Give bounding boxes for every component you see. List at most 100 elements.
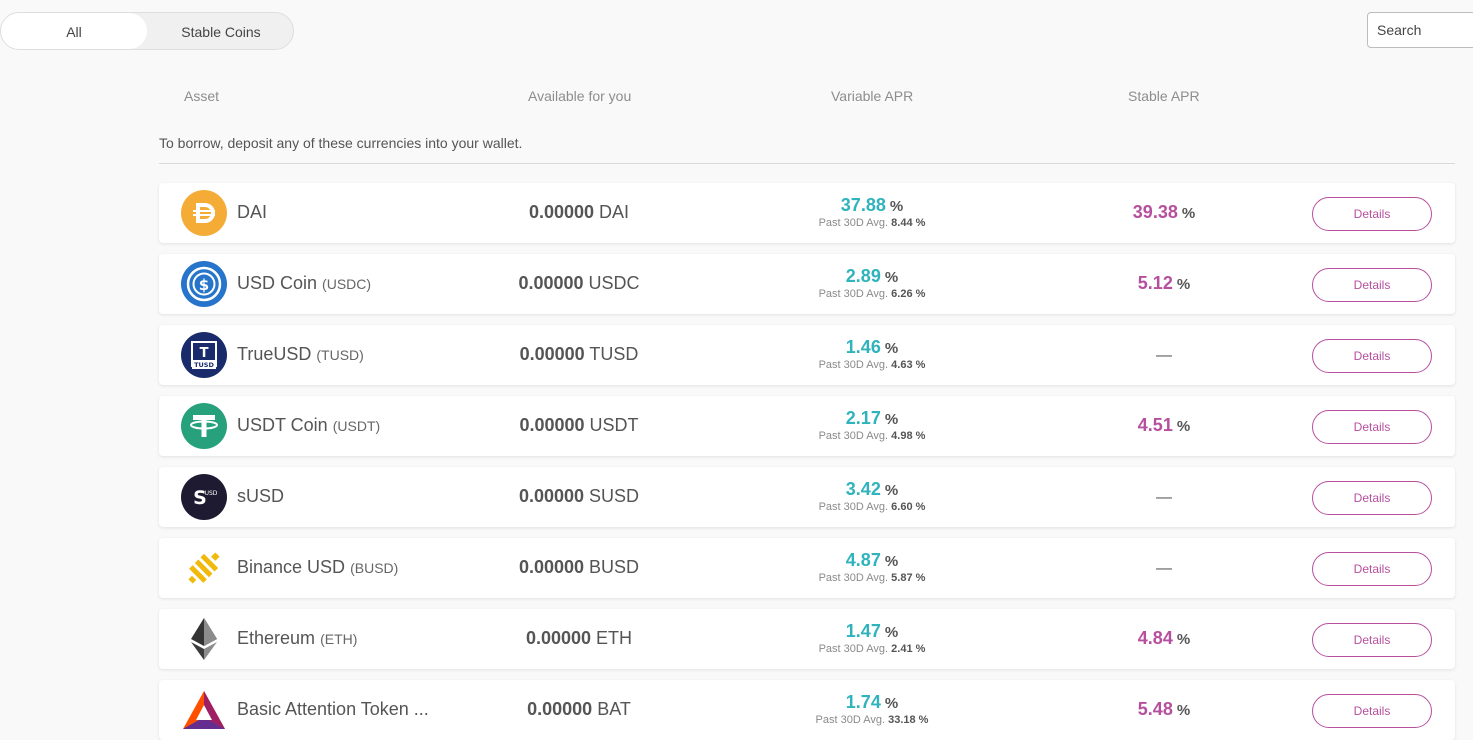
details-button[interactable]: Details — [1312, 694, 1432, 728]
stable-apr: 4.51% — [1044, 415, 1284, 436]
variable-apr-average: Past 30D Avg. 5.87 % — [752, 572, 992, 584]
percent-sign: % — [884, 482, 899, 499]
asset-name: sUSD — [237, 486, 284, 507]
details-button[interactable]: Details — [1312, 197, 1432, 231]
stable-apr-value: 4.51 — [1137, 415, 1173, 435]
table-row: Binance USD (BUSD) 0.00000 BUSD 4.87% Past … — [159, 538, 1455, 598]
avg-label: Past 30D Avg. — [818, 430, 889, 442]
svg-text:$: $ — [199, 276, 209, 294]
avg-value: 6.60 % — [891, 501, 926, 513]
available-unit: BAT — [597, 699, 631, 719]
available-value: 0.00000 — [519, 344, 585, 364]
stable-apr-value: 39.38 — [1132, 202, 1178, 222]
asset-name: USDT Coin (USDT) — [237, 415, 380, 436]
asset-name-label: sUSD — [237, 486, 285, 506]
details-button[interactable]: Details — [1312, 623, 1432, 657]
asset-name-label: TrueUSD — [237, 344, 312, 364]
avg-label: Past 30D Avg. — [818, 288, 889, 300]
details-button[interactable]: Details — [1312, 410, 1432, 444]
asset-name: USD Coin (USDC) — [237, 273, 371, 294]
avg-label: Past 30D Avg. — [815, 714, 886, 726]
percent-sign: % — [889, 198, 904, 215]
tab-stable-coins[interactable]: Stable Coins — [147, 13, 295, 49]
variable-apr: 3.42% Past 30D Avg. 6.60 % — [752, 479, 992, 513]
variable-apr-value: 3.42 — [845, 479, 881, 499]
table-row: $ USD Coin (USDC) 0.00000 USDC 2.89% Past 30… — [159, 254, 1455, 314]
table-row: Basic Attention Token ... 0.00000 BAT 1.74… — [159, 680, 1455, 740]
tusd-icon: T TUSD — [181, 332, 227, 378]
susd-icon: S USD — [181, 474, 227, 520]
stable-apr-value: 4.84 — [1137, 628, 1173, 648]
percent-sign: % — [884, 553, 899, 570]
avg-label: Past 30D Avg. — [818, 359, 889, 371]
percent-sign: % — [884, 269, 899, 286]
asset-name-label: Basic Attention Token ... — [237, 699, 429, 719]
variable-apr-average: Past 30D Avg. 2.41 % — [752, 643, 992, 655]
asset-name: Ethereum (ETH) — [237, 628, 357, 649]
available-unit: DAI — [599, 202, 630, 222]
variable-apr-average: Past 30D Avg. 6.60 % — [752, 501, 992, 513]
available-amount: 0.00000 BUSD — [459, 557, 699, 578]
percent-sign: % — [884, 695, 899, 712]
header-available: Available for you — [528, 88, 632, 104]
stable-apr-value: 5.48 — [1137, 699, 1173, 719]
asset-symbol: (ETH) — [320, 631, 358, 647]
percent-sign: % — [1176, 418, 1191, 435]
available-amount: 0.00000 BAT — [459, 699, 699, 720]
asset-name: Basic Attention Token ... — [237, 699, 429, 720]
filter-tabs: All Stable Coins — [0, 12, 294, 50]
available-value: 0.00000 — [518, 273, 584, 293]
stable-apr-unavailable: — — [1156, 347, 1172, 364]
dai-icon — [181, 190, 227, 236]
variable-apr-value: 4.87 — [845, 550, 881, 570]
avg-label: Past 30D Avg. — [818, 643, 889, 655]
usdc-icon: $ — [181, 261, 227, 307]
stable-apr-unavailable: — — [1156, 489, 1172, 506]
divider — [159, 163, 1455, 164]
details-button[interactable]: Details — [1312, 268, 1432, 302]
busd-icon — [181, 545, 227, 591]
percent-sign: % — [884, 411, 899, 428]
svg-text:TUSD: TUSD — [194, 361, 214, 369]
stable-apr: — — [1044, 344, 1284, 365]
variable-apr-average: Past 30D Avg. 8.44 % — [752, 217, 992, 229]
asset-symbol: (USDC) — [322, 276, 372, 292]
avg-label: Past 30D Avg. — [818, 217, 889, 229]
stable-apr: — — [1044, 486, 1284, 507]
variable-apr: 1.46% Past 30D Avg. 4.63 % — [752, 337, 992, 371]
avg-label: Past 30D Avg. — [818, 572, 889, 584]
borrow-notice: To borrow, deposit any of these currenci… — [159, 135, 523, 151]
available-value: 0.00000 — [518, 486, 585, 506]
tab-all[interactable]: All — [1, 13, 147, 49]
details-button[interactable]: Details — [1312, 339, 1432, 373]
variable-apr-value: 1.46 — [845, 337, 881, 357]
details-button[interactable]: Details — [1312, 552, 1432, 586]
asset-symbol: (BUSD) — [350, 560, 399, 576]
avg-value: 6.26 % — [891, 288, 926, 300]
available-amount: 0.00000 TUSD — [459, 344, 699, 365]
search-input[interactable] — [1367, 12, 1473, 48]
available-unit: USDC — [588, 273, 640, 293]
stable-apr: 4.84% — [1044, 628, 1284, 649]
available-amount: 0.00000 DAI — [459, 202, 699, 223]
percent-sign: % — [1176, 276, 1191, 293]
available-value: 0.00000 — [527, 699, 593, 719]
available-amount: 0.00000 SUSD — [459, 486, 699, 507]
svg-text:USD: USD — [205, 490, 218, 497]
variable-apr: 2.89% Past 30D Avg. 6.26 % — [752, 266, 992, 300]
available-value: 0.00000 — [528, 202, 595, 222]
asset-name-label: Binance USD — [237, 557, 346, 577]
variable-apr-value: 1.74 — [845, 692, 881, 712]
available-unit: BUSD — [589, 557, 640, 577]
variable-apr: 1.74% Past 30D Avg. 33.18 % — [752, 692, 992, 726]
avg-value: 4.63 % — [891, 359, 926, 371]
variable-apr: 4.87% Past 30D Avg. 5.87 % — [752, 550, 992, 584]
details-button[interactable]: Details — [1312, 481, 1432, 515]
avg-value: 5.87 % — [891, 572, 926, 584]
header-variable-apr: Variable APR — [831, 88, 914, 104]
available-unit: TUSD — [589, 344, 639, 364]
avg-value: 2.41 % — [891, 643, 926, 655]
variable-apr: 2.17% Past 30D Avg. 4.98 % — [752, 408, 992, 442]
stable-apr: 5.12% — [1044, 273, 1284, 294]
table-row: S USD sUSD 0.00000 SUSD 3.42% Past 30D Avg. 6… — [159, 467, 1455, 527]
